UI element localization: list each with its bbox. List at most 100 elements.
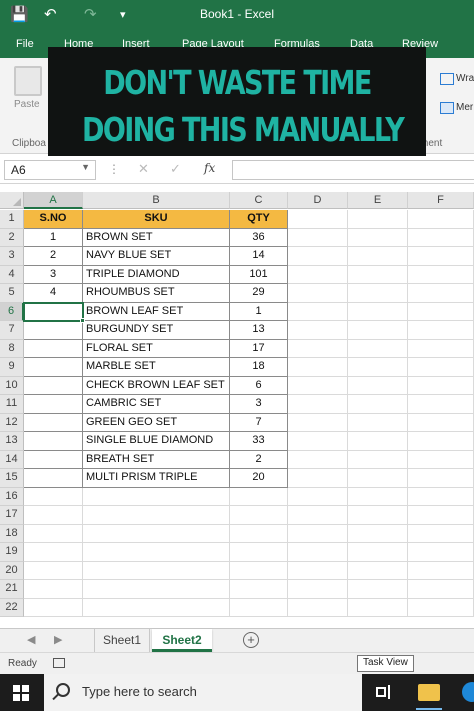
cell-f1[interactable] [408, 210, 474, 229]
cell-d10[interactable] [288, 376, 348, 395]
cell-c12[interactable]: 7 [230, 413, 288, 432]
cell-f9[interactable] [408, 358, 474, 377]
cell-a15[interactable] [24, 469, 83, 488]
cell-e3[interactable] [348, 247, 408, 266]
cell-c5[interactable]: 29 [230, 284, 288, 303]
cell-f21[interactable] [408, 580, 474, 599]
cell-a21[interactable] [24, 580, 83, 599]
cell-a1[interactable]: S.NO [24, 210, 83, 229]
taskbar-search-box[interactable]: Type here to search [44, 674, 362, 711]
cell-d9[interactable] [288, 358, 348, 377]
cell-a14[interactable] [24, 450, 83, 469]
cell-c14[interactable]: 2 [230, 450, 288, 469]
cell-d7[interactable] [288, 321, 348, 340]
cell-b5[interactable]: RHOUMBUS SET [83, 284, 230, 303]
cell-e1[interactable] [348, 210, 408, 229]
row-header-7[interactable]: 7 [0, 321, 24, 340]
cell-c11[interactable]: 3 [230, 395, 288, 414]
wrap-text-button[interactable]: Wra [456, 73, 474, 84]
cell-f14[interactable] [408, 450, 474, 469]
cell-a3[interactable]: 2 [24, 247, 83, 266]
cell-d5[interactable] [288, 284, 348, 303]
row-header-22[interactable]: 22 [0, 598, 24, 617]
cell-c16[interactable] [230, 487, 288, 506]
cell-d15[interactable] [288, 469, 348, 488]
cell-a16[interactable] [24, 487, 83, 506]
cell-e6[interactable] [348, 302, 408, 321]
cell-d3[interactable] [288, 247, 348, 266]
cell-c3[interactable]: 14 [230, 247, 288, 266]
row-header-17[interactable]: 17 [0, 506, 24, 525]
fill-handle[interactable] [80, 318, 85, 323]
cell-a11[interactable] [24, 395, 83, 414]
column-header-f[interactable]: F [408, 192, 474, 209]
cell-b3[interactable]: NAVY BLUE SET [83, 247, 230, 266]
cell-b15[interactable]: MULTI PRISM TRIPLE [83, 469, 230, 488]
cell-d12[interactable] [288, 413, 348, 432]
cell-d1[interactable] [288, 210, 348, 229]
cell-e19[interactable] [348, 543, 408, 562]
wrap-text-icon[interactable] [440, 73, 454, 85]
cell-f8[interactable] [408, 339, 474, 358]
enter-icon[interactable]: ✓ [170, 161, 181, 177]
tab-file[interactable]: File [16, 38, 34, 50]
row-header-20[interactable]: 20 [0, 561, 24, 580]
select-all-button[interactable] [0, 192, 24, 209]
cell-f12[interactable] [408, 413, 474, 432]
cell-f18[interactable] [408, 524, 474, 543]
cell-d18[interactable] [288, 524, 348, 543]
add-sheet-button[interactable]: + [243, 632, 259, 648]
insert-function-icon[interactable]: fx [204, 161, 215, 175]
cell-b8[interactable]: FLORAL SET [83, 339, 230, 358]
row-header-6[interactable]: 6 [0, 302, 24, 321]
cell-b11[interactable]: CAMBRIC SET [83, 395, 230, 414]
cell-b12[interactable]: GREEN GEO SET [83, 413, 230, 432]
cell-f2[interactable] [408, 228, 474, 247]
edge-browser-icon[interactable] [462, 682, 474, 702]
next-sheet-icon[interactable]: ▶ [54, 633, 62, 646]
name-box[interactable]: A6 ▼ [4, 160, 96, 180]
cell-c20[interactable] [230, 561, 288, 580]
cell-b20[interactable] [83, 561, 230, 580]
cell-a17[interactable] [24, 506, 83, 525]
cell-a9[interactable] [24, 358, 83, 377]
cell-b18[interactable] [83, 524, 230, 543]
column-header-e[interactable]: E [348, 192, 408, 209]
cell-d19[interactable] [288, 543, 348, 562]
cell-e16[interactable] [348, 487, 408, 506]
cell-c18[interactable] [230, 524, 288, 543]
cell-a7[interactable] [24, 321, 83, 340]
cell-a22[interactable] [24, 598, 83, 617]
cell-d16[interactable] [288, 487, 348, 506]
cell-f5[interactable] [408, 284, 474, 303]
row-header-11[interactable]: 11 [0, 395, 24, 414]
row-header-13[interactable]: 13 [0, 432, 24, 451]
cell-c8[interactable]: 17 [230, 339, 288, 358]
cell-e18[interactable] [348, 524, 408, 543]
cell-b10[interactable]: CHECK BROWN LEAF SET [83, 376, 230, 395]
cell-b9[interactable]: MARBLE SET [83, 358, 230, 377]
row-header-14[interactable]: 14 [0, 450, 24, 469]
cell-e4[interactable] [348, 265, 408, 284]
cell-e15[interactable] [348, 469, 408, 488]
sheet-tab-sheet1[interactable]: Sheet1 [94, 629, 150, 652]
cell-f22[interactable] [408, 598, 474, 617]
cell-f4[interactable] [408, 265, 474, 284]
cell-d8[interactable] [288, 339, 348, 358]
cell-c4[interactable]: 101 [230, 265, 288, 284]
cell-c1[interactable]: QTY [230, 210, 288, 229]
cell-e5[interactable] [348, 284, 408, 303]
row-header-1[interactable]: 1 [0, 210, 24, 229]
row-header-8[interactable]: 8 [0, 339, 24, 358]
task-view-icon[interactable] [376, 685, 392, 699]
cell-b16[interactable] [83, 487, 230, 506]
cell-c21[interactable] [230, 580, 288, 599]
cell-e9[interactable] [348, 358, 408, 377]
cell-f11[interactable] [408, 395, 474, 414]
cell-a18[interactable] [24, 524, 83, 543]
cell-c9[interactable]: 18 [230, 358, 288, 377]
row-header-2[interactable]: 2 [0, 228, 24, 247]
prev-sheet-icon[interactable]: ◀ [27, 633, 35, 646]
cell-d21[interactable] [288, 580, 348, 599]
column-header-b[interactable]: B [83, 192, 230, 209]
